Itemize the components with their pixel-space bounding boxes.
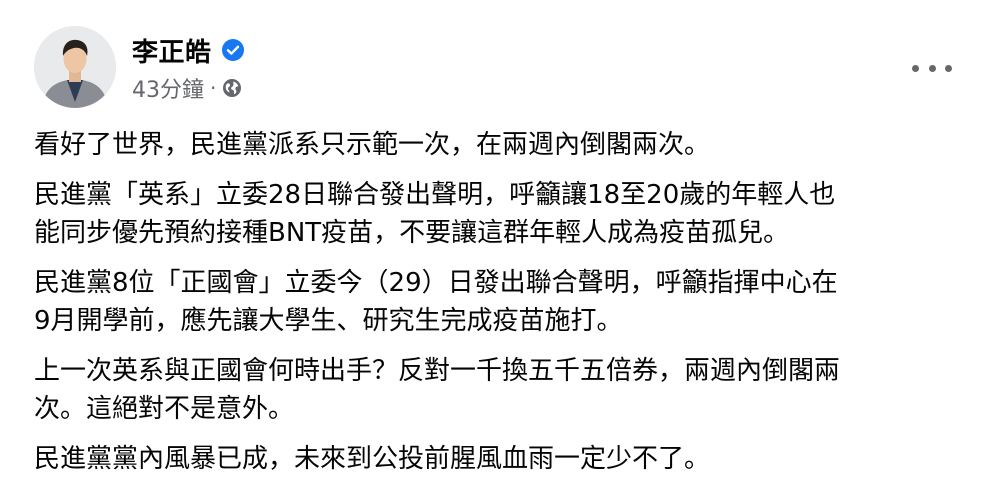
post-paragraph: 民進黨黨內風暴已成，未來到公投前腥風血雨一定少不了。 [34,444,711,474]
more-dot [928,64,936,72]
facebook-post: 李正皓 43分鐘 · 看好了世界，民進黨派系只示範一次，在兩週內倒閣兩次。 民進… [0,0,982,500]
more-dot [945,64,952,72]
post-timestamp[interactable]: 43分鐘 [132,72,204,104]
meta-separator: · [210,76,217,100]
more-dot [912,64,919,72]
avatar[interactable] [34,26,116,108]
author-name[interactable]: 李正皓 [132,32,212,69]
post-body: 看好了世界，民進黨派系只示範一次，在兩週內倒閣兩次。 民進黨「英系」立委28日聯… [34,126,964,490]
author-row: 李正皓 [132,32,245,68]
more-options-icon[interactable] [912,58,952,78]
profile-photo [34,26,116,108]
verified-badge-icon [221,39,244,61]
post-header: 李正皓 43分鐘 · [34,26,956,110]
post-meta: 43分鐘 · [132,73,242,103]
post-paragraph: 民進黨「英系」立委28日聯合發出聲明，呼籲讓18至20歲的年輕人也 能同步優先預… [34,180,836,248]
globe-icon[interactable] [222,78,242,98]
post-paragraph: 上一次英系與正國會何時出手？反對一千換五千五倍券，兩週內倒閣兩 次。這絕對不是意… [34,356,841,424]
post-paragraph: 看好了世界，民進黨派系只示範一次，在兩週內倒閣兩次。 [34,130,711,160]
post-paragraph: 民進黨8位「正國會」立委今（29）日發出聯合聲明，呼籲指揮中心在 9月開學前，應… [34,268,838,336]
